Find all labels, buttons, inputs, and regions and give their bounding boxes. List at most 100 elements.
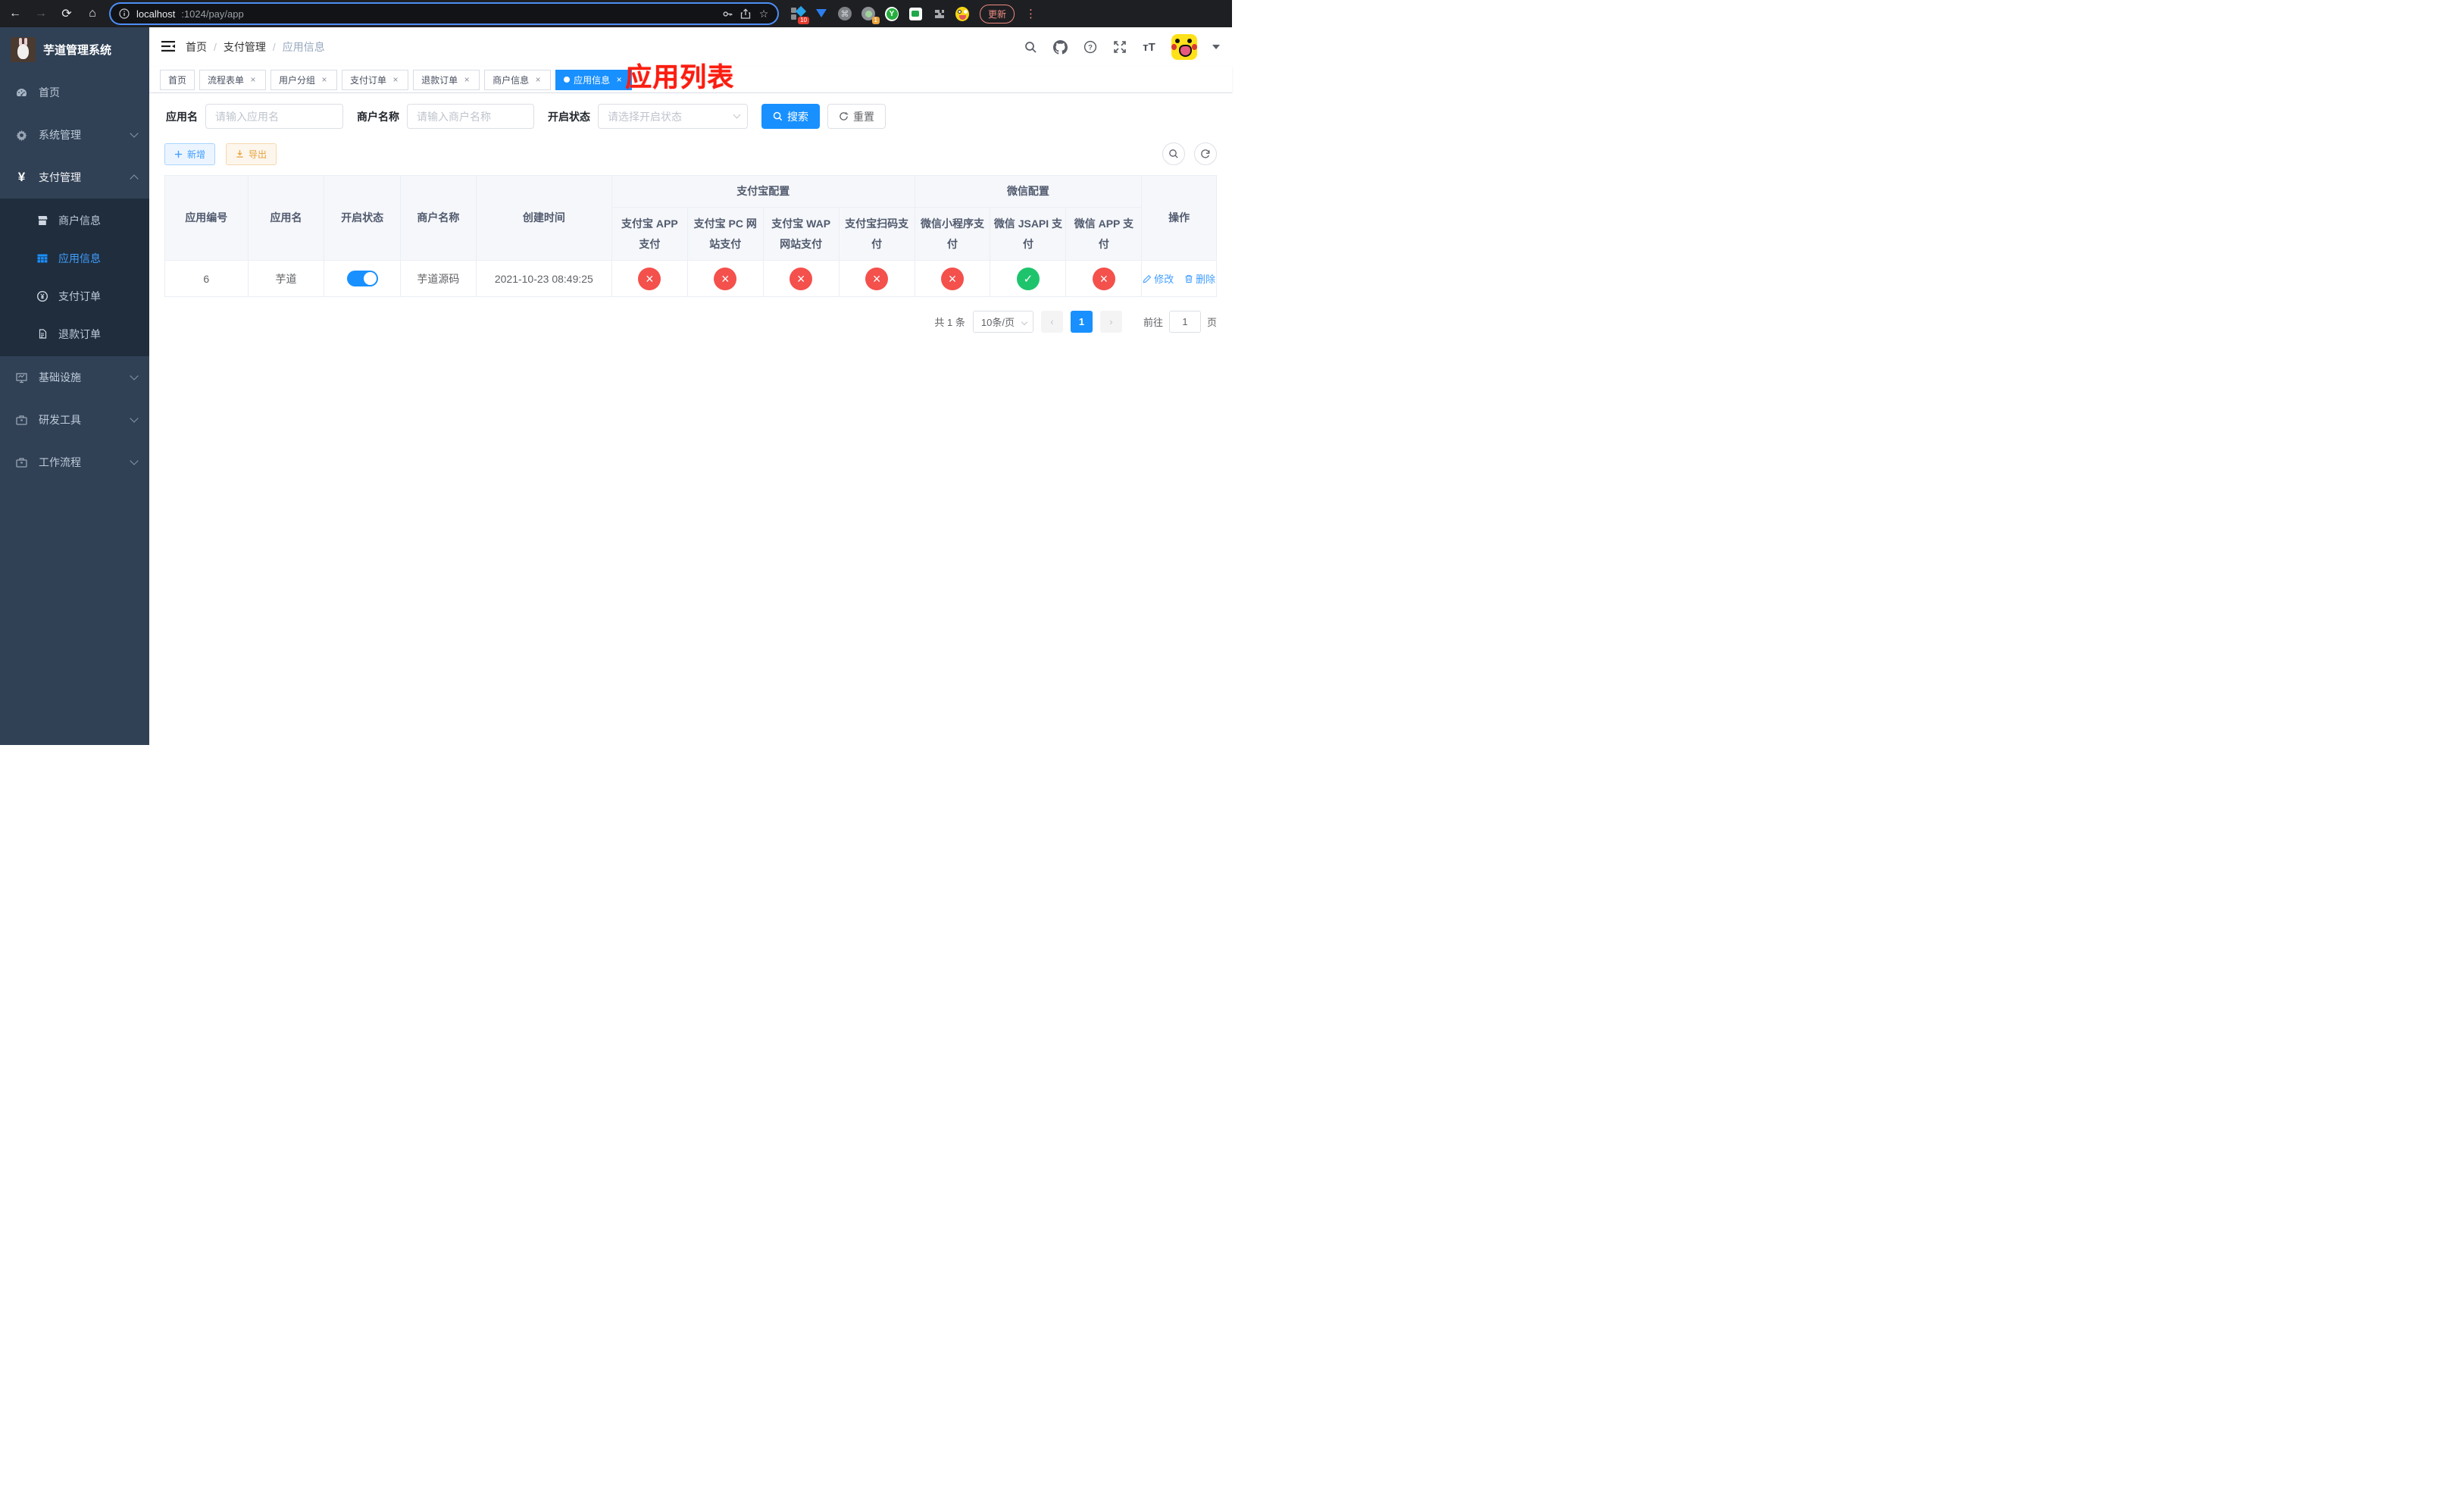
share-icon[interactable]: [740, 8, 752, 20]
sidebar-item-workflow[interactable]: 工作流程: [0, 441, 149, 484]
sidebar-item-pay[interactable]: ¥ 支付管理: [0, 156, 149, 199]
breadcrumb-pay[interactable]: 支付管理: [224, 39, 266, 55]
reset-button[interactable]: 重置: [827, 104, 886, 129]
svg-text:?: ?: [1088, 44, 1093, 52]
tab-label: 支付订单: [350, 74, 387, 86]
avatar-cheek: [1171, 44, 1177, 50]
group-alipay-config: 支付宝配置: [611, 175, 915, 208]
merchant-name-label: 商户名称: [357, 110, 399, 123]
browser-home-icon[interactable]: ⌂: [85, 6, 100, 21]
delete-link[interactable]: 删除: [1184, 271, 1215, 286]
cell-app-id: 6: [164, 260, 249, 297]
merchant-name-input[interactable]: [407, 104, 534, 129]
annotation-title: 应用列表: [625, 63, 735, 92]
search-button[interactable]: 搜索: [761, 104, 820, 129]
tab-close-icon[interactable]: ×: [249, 74, 258, 85]
delete-link-label: 删除: [1196, 274, 1216, 285]
site-info-icon[interactable]: [118, 8, 130, 20]
export-button[interactable]: 导出: [226, 142, 277, 165]
emoji-face: [955, 6, 969, 21]
avatar-caret-icon[interactable]: [1212, 45, 1220, 53]
extension-proxy-icon[interactable]: 1: [861, 7, 880, 24]
export-button-label: 导出: [249, 149, 267, 160]
open-status-select[interactable]: 请选择开启状态: [598, 104, 748, 129]
tab-close-icon[interactable]: ×: [320, 74, 329, 85]
extensions-area: 10 ⌘ 1 Y: [791, 5, 969, 24]
tab-app-info[interactable]: 应用信息 ×: [555, 69, 633, 90]
tab-close-icon[interactable]: ×: [462, 74, 471, 85]
tab-pay-orders[interactable]: 支付订单 ×: [342, 69, 409, 90]
chrome-menu-icon[interactable]: ⋮: [1025, 7, 1037, 20]
user-avatar[interactable]: [1171, 34, 1197, 60]
navbar-actions: ? тT: [1024, 34, 1220, 60]
pay-submenu: 商户信息 应用信息 支付订单 退款订单: [0, 199, 149, 356]
tab-label: 流程表单: [208, 74, 245, 86]
extension-kite-icon[interactable]: [815, 7, 828, 20]
tab-process-form[interactable]: 流程表单 ×: [199, 69, 267, 90]
sidebar-item-infra[interactable]: 基础设施: [0, 356, 149, 399]
extension-apps-icon[interactable]: 10: [791, 5, 809, 24]
tab-close-icon[interactable]: ×: [614, 74, 624, 85]
browser-forward-icon[interactable]: →: [33, 6, 48, 21]
table-tools: [1162, 142, 1217, 165]
page-1-button[interactable]: 1: [1070, 311, 1093, 333]
extension-y-icon[interactable]: Y: [885, 6, 899, 21]
extension-emoji-icon[interactable]: [955, 6, 969, 21]
sidebar-item-app-info[interactable]: 应用信息: [0, 239, 149, 277]
extension-command-icon[interactable]: ⌘: [838, 7, 852, 20]
tab-merchant-info[interactable]: 商户信息 ×: [484, 69, 552, 90]
breadcrumb-home[interactable]: 首页: [186, 39, 207, 55]
password-key-icon[interactable]: [721, 8, 733, 20]
browser-reload-icon[interactable]: ⟳: [59, 6, 74, 21]
gear-icon: [15, 129, 28, 142]
app-logo-row[interactable]: 芋道管理系统: [0, 27, 149, 71]
edit-link-label: 修改: [1154, 274, 1174, 285]
tab-label: 商户信息: [492, 74, 530, 86]
breadcrumb-separator: /: [272, 41, 276, 53]
tab-user-group[interactable]: 用户分组 ×: [270, 69, 338, 90]
rabbit-logo: [11, 36, 36, 62]
extensions-puzzle-icon[interactable]: [932, 7, 946, 20]
chrome-update-button[interactable]: 更新: [980, 4, 1015, 23]
tab-home[interactable]: 首页: [160, 69, 195, 90]
font-size-icon[interactable]: тT: [1142, 40, 1156, 55]
table-refresh-button[interactable]: [1194, 142, 1217, 165]
sidebar-item-system[interactable]: 系统管理: [0, 114, 149, 156]
extension-badge: 10: [798, 17, 809, 24]
col-alipay-pc: 支付宝 PC 网站支付: [686, 207, 764, 261]
sidebar-item-devtools[interactable]: 研发工具: [0, 399, 149, 441]
add-button[interactable]: 新增: [164, 142, 216, 165]
prev-page-button[interactable]: ‹: [1040, 311, 1063, 333]
ext-diamond: [795, 5, 807, 17]
tab-close-icon[interactable]: ×: [533, 74, 543, 85]
sidebar-item-merchant-info[interactable]: 商户信息: [0, 202, 149, 239]
github-icon[interactable]: [1053, 39, 1068, 55]
fullscreen-icon[interactable]: [1112, 40, 1127, 55]
extension-chat-icon[interactable]: [908, 7, 922, 20]
browser-back-icon[interactable]: ←: [8, 6, 23, 21]
bookmark-star-icon[interactable]: ☆: [758, 8, 770, 20]
sidebar-item-pay-orders[interactable]: 支付订单: [0, 277, 149, 315]
command-glyph: ⌘: [838, 7, 852, 20]
sidebar-item-refund-orders[interactable]: 退款订单: [0, 315, 149, 353]
dashboard-icon: [15, 86, 28, 99]
next-page-button[interactable]: ›: [1099, 311, 1122, 333]
app-name-input[interactable]: [205, 104, 343, 129]
header-search-icon[interactable]: [1024, 40, 1038, 55]
page-size-select[interactable]: 10条/页: [972, 311, 1033, 333]
tab-close-icon[interactable]: ×: [391, 74, 400, 85]
table-search-toggle-button[interactable]: [1162, 142, 1185, 165]
sidebar-item-home[interactable]: 首页: [0, 71, 149, 114]
goto-page-input[interactable]: [1168, 311, 1201, 333]
help-icon[interactable]: ?: [1083, 40, 1097, 55]
cell-merchant: 芋道源码: [399, 260, 477, 297]
address-bar[interactable]: localhost:1024/pay/app ☆: [111, 4, 777, 23]
cell-app-name: 芋道: [247, 260, 325, 297]
edit-link[interactable]: 修改: [1143, 271, 1174, 286]
tab-refund-orders[interactable]: 退款订单 ×: [413, 69, 480, 90]
sidebar-fold-icon[interactable]: [161, 40, 175, 54]
sidebar: 芋道管理系统 首页 系统管理 ¥ 支付管理 商户信息 应用信息 支付订单 退款订…: [0, 27, 149, 745]
open-status-label: 开启状态: [548, 110, 590, 123]
col-open-status: 开启状态: [324, 175, 401, 261]
enabled-toggle[interactable]: [346, 271, 378, 286]
